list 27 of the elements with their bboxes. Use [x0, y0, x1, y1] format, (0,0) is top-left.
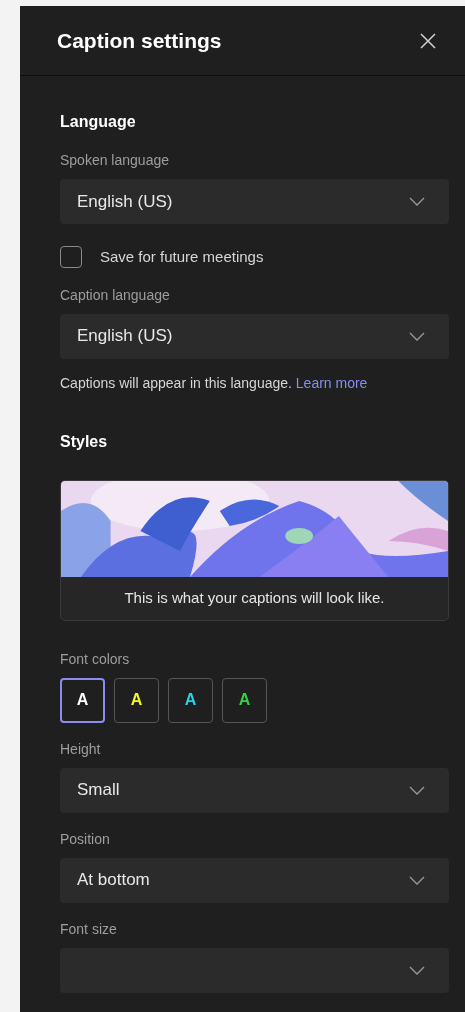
chevron-icon	[409, 785, 425, 795]
chevron-icon	[409, 331, 425, 341]
font-color-option[interactable]: A	[114, 677, 159, 723]
font-color-option[interactable]: A	[60, 677, 105, 723]
field-label: Spoken language	[60, 151, 170, 170]
dropdown[interactable]: Small	[60, 767, 449, 813]
chevron-icon	[409, 875, 425, 885]
checkbox[interactable]	[60, 246, 82, 269]
dropdown[interactable]: At bottom	[60, 857, 449, 903]
field-label: Height	[60, 739, 102, 759]
section-heading: Styles	[60, 431, 109, 452]
field-label: Font colors	[60, 649, 131, 669]
font-color-option[interactable]: A	[168, 677, 213, 723]
learn-more-link[interactable]: Learn more	[295, 374, 368, 391]
field-label: Position	[60, 829, 111, 849]
dropdown[interactable]: English (US)	[60, 313, 449, 359]
field-label: Font size	[60, 919, 118, 939]
field-label: Caption language	[60, 285, 171, 305]
panel-title: Caption settings	[57, 27, 222, 54]
section-heading: Language	[60, 112, 137, 132]
chevron-icon	[409, 197, 425, 206]
help-text: Captions will appear in this language. Learn more	[60, 373, 369, 393]
font-color-option[interactable]: A	[222, 677, 267, 723]
checkbox-label: Save for future meetings	[100, 247, 264, 267]
caption-sample-text: This is what your captions will look like.	[123, 587, 386, 608]
dropdown[interactable]: English (US)	[60, 179, 449, 224]
chevron-icon	[409, 965, 425, 975]
